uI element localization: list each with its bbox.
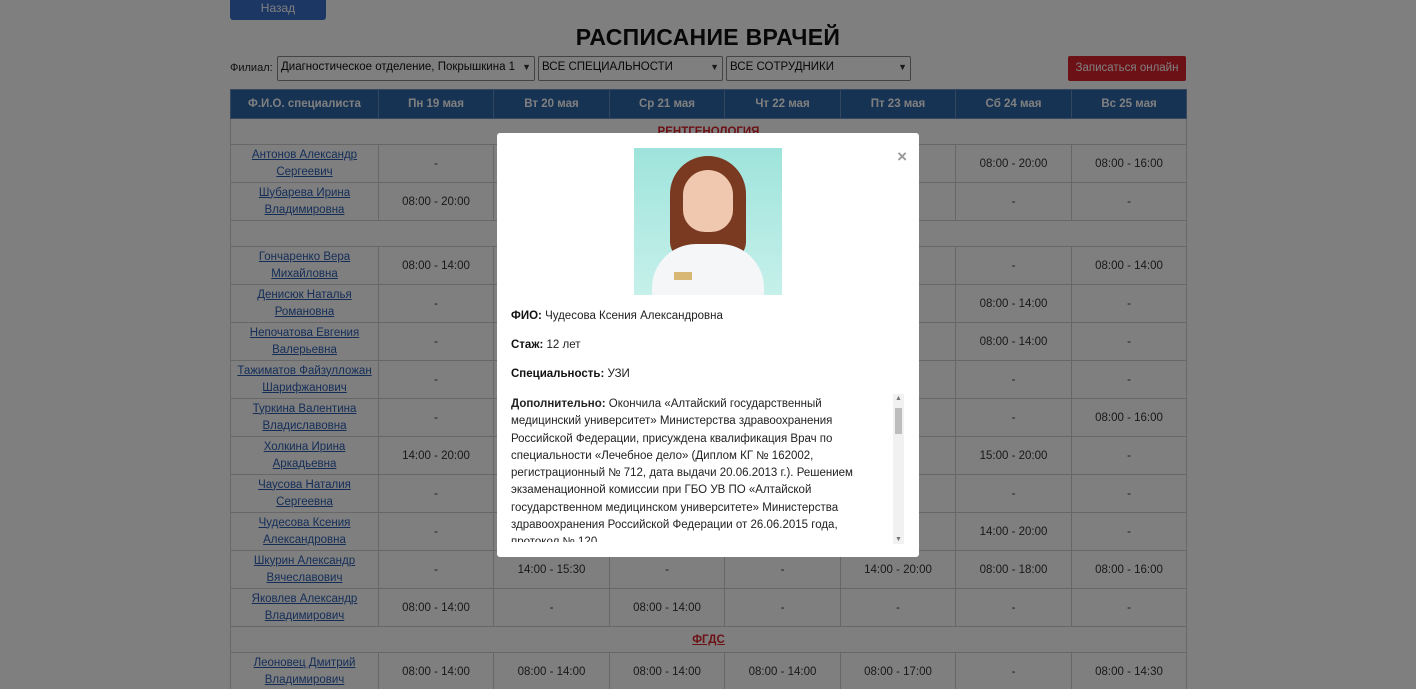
close-icon[interactable]: ×	[897, 147, 907, 167]
experience-label: Стаж:	[511, 339, 544, 351]
experience-value: 12 лет	[546, 339, 581, 351]
fio-value: Чудесова Ксения Александровна	[545, 310, 723, 322]
doctor-photo	[634, 148, 782, 295]
doctor-specialty: Специальность: УЗИ	[511, 368, 630, 380]
specialty-value: УЗИ	[607, 368, 630, 380]
doctor-fio: ФИО: Чудесова Ксения Александровна	[511, 310, 723, 322]
specialty-label: Специальность:	[511, 368, 605, 380]
fio-label: ФИО:	[511, 310, 542, 322]
extra-value: Окончила «Алтайский государственный меди…	[511, 398, 853, 542]
doctor-extra-info: Дополнительно: Окончила «Алтайский госуд…	[511, 396, 857, 542]
scroll-down-icon[interactable]: ▼	[895, 536, 902, 543]
extra-label: Дополнительно:	[511, 398, 606, 410]
doctor-info-modal: × ФИО: Чудесова Ксения Александровна Ста…	[497, 133, 919, 557]
scroll-up-icon[interactable]: ▲	[895, 395, 902, 402]
extra-info-scrollbar[interactable]: ▲ ▼	[893, 394, 904, 544]
doctor-experience: Стаж: 12 лет	[511, 339, 581, 351]
scrollbar-thumb[interactable]	[895, 408, 902, 434]
